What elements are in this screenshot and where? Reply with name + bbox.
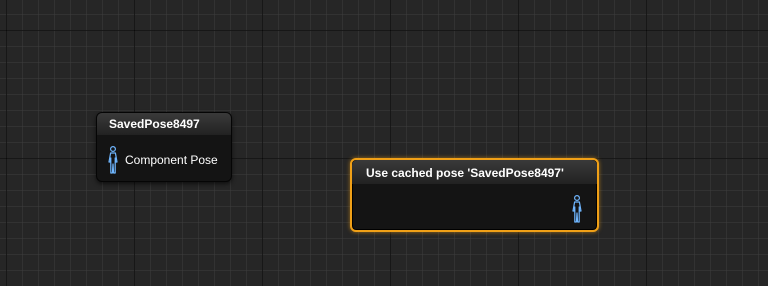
pose-figure-icon[interactable] bbox=[107, 145, 119, 175]
pose-figure-icon[interactable] bbox=[571, 194, 583, 224]
node-title: Use cached pose 'SavedPose8497' bbox=[352, 160, 597, 184]
graph-canvas[interactable]: SavedPose8497 Component Pose Use cached … bbox=[0, 0, 768, 286]
node-title: SavedPose8497 bbox=[97, 113, 231, 135]
component-pose-pin[interactable]: Component Pose bbox=[107, 145, 218, 175]
saved-pose-node[interactable]: SavedPose8497 Component Pose bbox=[96, 112, 232, 182]
use-cached-pose-node[interactable]: Use cached pose 'SavedPose8497' bbox=[350, 158, 599, 232]
output-pose-pin[interactable] bbox=[571, 194, 583, 224]
pin-label: Component Pose bbox=[125, 153, 218, 167]
